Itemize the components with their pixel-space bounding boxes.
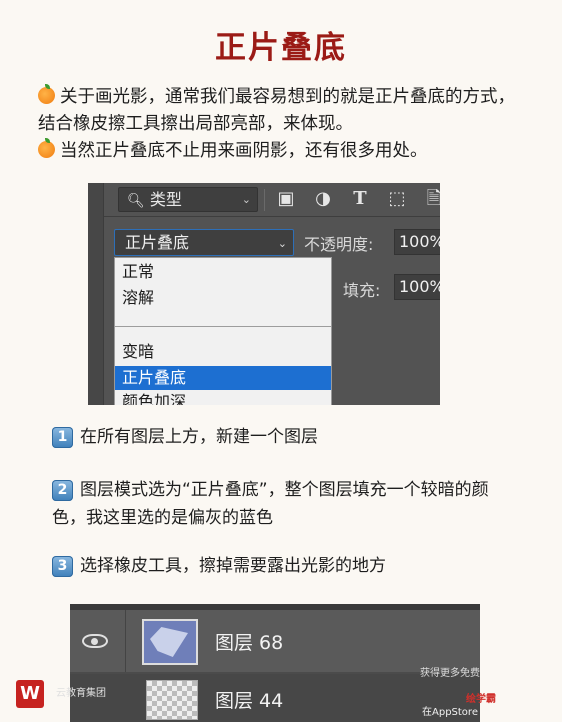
layer-name: 图层 44 (215, 690, 284, 712)
step-2-line-1: 2 图层模式选为“正片叠底”，整个图层填充一个较暗的颜 (52, 476, 552, 504)
step-2-text: 图层模式选为“正片叠底”，整个图层填充一个较暗的颜 (80, 480, 489, 500)
orange-icon (38, 138, 55, 158)
watermark-logo: W (16, 680, 44, 708)
step-number-badge: 2 (52, 480, 73, 501)
step-2: 2 图层模式选为“正片叠底”，整个图层填充一个较暗的颜 色，我这里选的是偏灰的蓝色 (52, 476, 552, 532)
intro-line-3: 当然正片叠底不止用来画阴影，还有很多用处。 (38, 138, 548, 165)
opacity-input[interactable]: 100% (394, 229, 440, 255)
kind-filter-label: 类型 (149, 190, 182, 209)
step-2-line-2: 色，我这里选的是偏灰的蓝色 (52, 508, 273, 528)
search-icon: 🔍︎ (127, 193, 145, 209)
smart-object-filter-icon[interactable]: 🗎︎ (422, 187, 440, 211)
filter-icons: ▣ ◑ T ⬚ 🗎︎ (274, 187, 440, 213)
fill-input[interactable]: 100% (394, 274, 440, 300)
orange-icon (38, 84, 55, 104)
fill-label: 填充: (343, 281, 381, 300)
menu-item-normal[interactable]: 正常 (115, 260, 331, 284)
step-3: 3 选择橡皮工具，擦掉需要露出光影的地方 (52, 552, 552, 580)
watermark-left-text: 云教育集团 (56, 688, 106, 699)
intro-line-1-text: 关于画光影，通常我们最容易想到的就是正片叠底的方式， (60, 87, 515, 107)
step-1: 1 在所有图层上方，新建一个图层 (52, 423, 552, 451)
eye-icon[interactable] (82, 634, 108, 648)
layer-thumbnail (142, 619, 198, 665)
layers-list: 图层 68 图层 44 (70, 604, 480, 722)
blend-mode-menu: 正常 溶解 变暗 正片叠底 颜色加深 (114, 257, 332, 405)
image-filter-icon[interactable]: ▣ (274, 187, 298, 211)
page-title: 正片叠底 (215, 30, 347, 66)
blend-mode-dropdown[interactable]: 正片叠底 ⌄ (114, 229, 294, 256)
chevron-down-icon: ⌄ (241, 193, 251, 206)
menu-item-color-burn[interactable]: 颜色加深 (115, 390, 331, 405)
menu-item-multiply[interactable]: 正片叠底 (115, 366, 331, 390)
watermark-store-text: 在AppStore (422, 707, 478, 718)
watermark-brand-text: 绘学霸 (466, 694, 496, 705)
intro-line-2: 结合橡皮擦工具擦出局部亮部，来体现。 (38, 114, 353, 134)
step-number-badge: 3 (52, 556, 73, 577)
menu-item-darken[interactable]: 变暗 (115, 340, 331, 364)
step-1-text: 在所有图层上方，新建一个图层 (80, 427, 318, 447)
layer-name: 图层 68 (215, 632, 284, 654)
layer-row-44[interactable]: 图层 44 (70, 674, 480, 722)
menu-item-dissolve[interactable]: 溶解 (115, 286, 331, 310)
filter-toolbar: 🔍︎ 类型 ⌄ ▣ ◑ T ⬚ 🗎︎ (104, 183, 440, 217)
blend-mode-value: 正片叠底 (125, 233, 190, 252)
intro-line-3-text: 当然正片叠底不止用来画阴影，还有很多用处。 (60, 141, 428, 161)
step-3-text: 选择橡皮工具，擦掉需要露出光影的地方 (80, 556, 386, 576)
menu-divider (115, 326, 331, 327)
photoshop-layers-panel: 🔍︎ 类型 ⌄ ▣ ◑ T ⬚ 🗎︎ 正片叠底 ⌄ 不透明度: 100% 填充:… (88, 183, 440, 405)
type-filter-icon[interactable]: T (348, 187, 372, 211)
adjustment-filter-icon[interactable]: ◑ (311, 187, 335, 211)
panel-edge (88, 183, 104, 405)
visibility-column (70, 610, 126, 672)
step-number-badge: 1 (52, 427, 73, 448)
layer-row-68[interactable]: 图层 68 (70, 610, 480, 672)
watermark-right-text: 获得更多免费 (420, 668, 480, 679)
intro-line-1: 关于画光影，通常我们最容易想到的就是正片叠底的方式， (38, 84, 548, 111)
opacity-label: 不透明度: (304, 235, 374, 254)
shape-filter-icon[interactable]: ⬚ (385, 187, 409, 211)
layer-thumbnail (146, 680, 198, 720)
intro-text: 关于画光影，通常我们最容易想到的就是正片叠底的方式， 结合橡皮擦工具擦出局部亮部… (38, 84, 548, 165)
kind-filter-dropdown[interactable]: 🔍︎ 类型 ⌄ (118, 187, 258, 212)
toolbar-divider (264, 189, 265, 211)
chevron-down-icon: ⌄ (277, 237, 287, 250)
